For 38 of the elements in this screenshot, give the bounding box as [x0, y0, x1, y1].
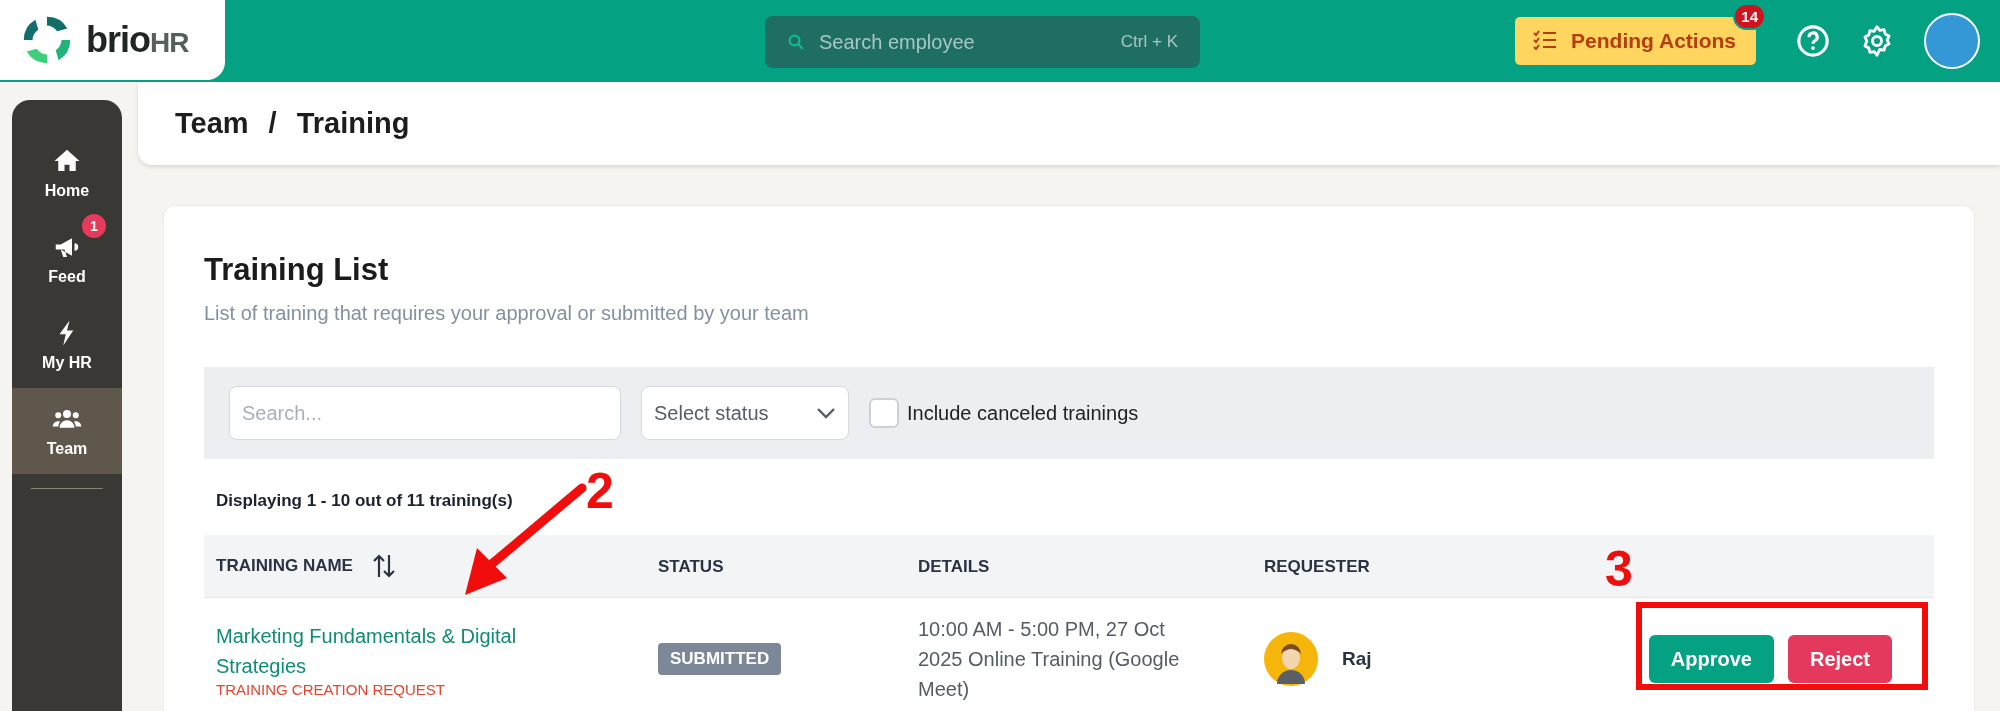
sidebar-item[interactable]: Feed 1	[12, 216, 122, 302]
breadcrumb-separator: /	[268, 107, 277, 140]
help-icon[interactable]	[1796, 24, 1830, 58]
search-placeholder: Search employee	[819, 30, 976, 54]
annotation-number: 3	[1605, 540, 1633, 598]
column-header: REQUESTER	[1252, 535, 1536, 598]
notification-badge: 14	[1733, 3, 1766, 30]
status-dropdown[interactable]: Select status	[641, 386, 849, 440]
section-title: Training List	[204, 252, 390, 288]
sidebar-item[interactable]: Team	[12, 388, 122, 474]
training-name-link[interactable]: Marketing Fundamentals & Digital Strategies	[216, 620, 586, 681]
annotation-number: 2	[586, 462, 614, 520]
requester-name: Raj	[1342, 648, 1372, 670]
result-count: Displaying 1 - 10 out of 11 training(s)	[216, 491, 513, 511]
status-badge: SUBMITTED	[658, 643, 782, 675]
reject-button[interactable]: Reject	[1787, 635, 1892, 683]
search-icon	[787, 33, 805, 51]
training-details: 10:00 AM - 5:00 PM, 27 Oct 2025 Online Training (Google Meet)	[918, 617, 1181, 702]
user-avatar[interactable]	[1924, 13, 1980, 69]
requester-avatar	[1264, 632, 1318, 686]
column-header: STATUS	[646, 535, 906, 598]
column-header[interactable]: TRAINING NAME	[204, 535, 646, 598]
breadcrumb-item[interactable]: Team	[175, 107, 249, 140]
keyboard-shortcut: Ctrl + K	[1120, 32, 1178, 52]
request-type: TRAINING CREATION REQUEST	[216, 680, 446, 698]
logo[interactable]: brioHR	[0, 0, 225, 80]
checklist-icon	[1533, 30, 1558, 52]
sidebar-item[interactable]: Home	[12, 130, 122, 216]
checkbox-label[interactable]: Include canceled trainings	[907, 401, 1139, 425]
sidebar-item[interactable]: My HR	[12, 302, 122, 388]
column-header: DETAILS	[906, 535, 1252, 598]
section-subtitle: List of training that requires your approval or submitted by your team	[204, 302, 810, 325]
notification-badge: 1	[82, 214, 106, 238]
breadcrumb-item[interactable]: Training	[296, 107, 410, 140]
brand-name: brioHR	[86, 19, 189, 61]
checkbox[interactable]	[869, 398, 899, 428]
chevron-down-icon	[816, 407, 836, 419]
sort-icon[interactable]	[371, 553, 396, 579]
